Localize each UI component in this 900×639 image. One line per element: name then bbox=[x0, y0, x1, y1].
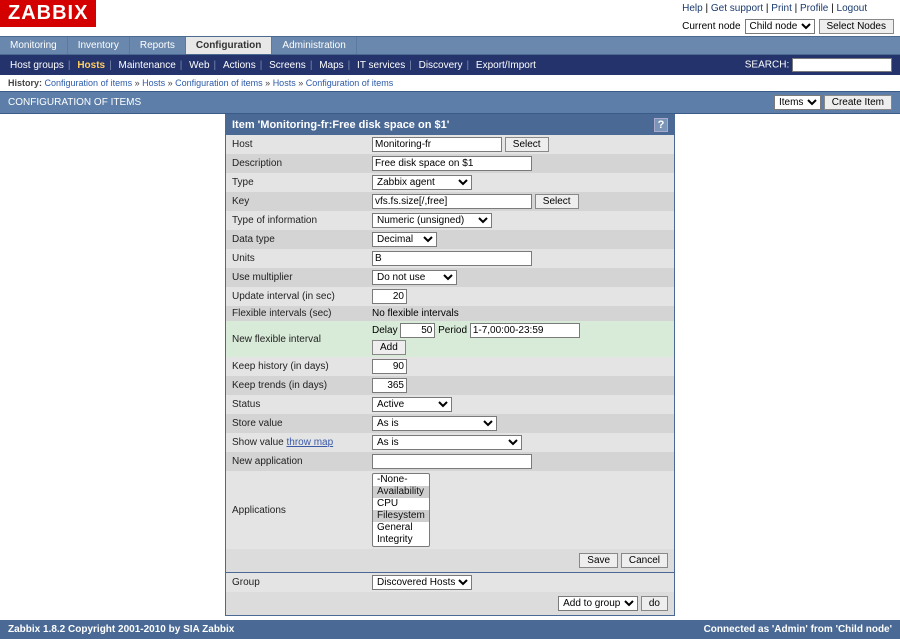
print-link[interactable]: Print bbox=[771, 3, 792, 14]
sub-maintenance[interactable]: Maintenance bbox=[117, 60, 178, 71]
tab-monitoring[interactable]: Monitoring bbox=[0, 37, 68, 54]
show-label: Show value bbox=[232, 437, 284, 448]
apps-select[interactable]: -None-AvailabilityCPUFilesystemGeneralIn… bbox=[372, 473, 430, 547]
addto-select[interactable]: Add to group bbox=[558, 596, 638, 611]
flex-value: No flexible intervals bbox=[366, 306, 674, 321]
desc-input[interactable] bbox=[372, 156, 532, 171]
item-form-panel: Item 'Monitoring-fr:Free disk space on $… bbox=[225, 114, 675, 616]
tab-administration[interactable]: Administration bbox=[272, 37, 356, 54]
host-select-button[interactable]: Select bbox=[505, 137, 549, 152]
upd-input[interactable] bbox=[372, 289, 407, 304]
period-input[interactable] bbox=[470, 323, 580, 338]
period-label: Period bbox=[438, 325, 467, 336]
units-label: Units bbox=[226, 249, 366, 268]
dtype-select[interactable]: Decimal bbox=[372, 232, 437, 247]
units-input[interactable] bbox=[372, 251, 532, 266]
value-map-link[interactable]: throw map bbox=[286, 437, 333, 448]
history-item[interactable]: Configuration of items bbox=[175, 78, 263, 88]
mult-select[interactable]: Do not use bbox=[372, 270, 457, 285]
type-select[interactable]: Zabbix agent bbox=[372, 175, 472, 190]
host-input[interactable] bbox=[372, 137, 502, 152]
hist-label: Keep history (in days) bbox=[226, 357, 366, 376]
show-select[interactable]: As is bbox=[372, 435, 522, 450]
help-icon[interactable]: ? bbox=[654, 118, 668, 132]
section-select[interactable]: Items bbox=[774, 95, 821, 110]
save-button[interactable]: Save bbox=[579, 553, 618, 568]
store-label: Store value bbox=[226, 414, 366, 433]
toi-label: Type of information bbox=[226, 211, 366, 230]
current-node-label: Current node bbox=[682, 21, 740, 32]
footer-right: Connected as 'Admin' from 'Child node' bbox=[704, 624, 892, 635]
profile-link[interactable]: Profile bbox=[800, 3, 828, 14]
tab-reports[interactable]: Reports bbox=[130, 37, 186, 54]
logo: ZABBIX bbox=[0, 0, 96, 27]
search-input[interactable] bbox=[792, 58, 892, 72]
sub-exportimport[interactable]: Export/Import bbox=[474, 60, 538, 71]
host-label: Host bbox=[226, 135, 366, 154]
sub-hosts[interactable]: Hosts bbox=[75, 60, 107, 71]
group-select[interactable]: Discovered Hosts bbox=[372, 575, 472, 590]
delay-label: Delay bbox=[372, 325, 398, 336]
create-item-button[interactable]: Create Item bbox=[824, 95, 892, 110]
dtype-label: Data type bbox=[226, 230, 366, 249]
history-item[interactable]: Hosts bbox=[273, 78, 296, 88]
do-button[interactable]: do bbox=[641, 596, 668, 611]
top-links: Help | Get support | Print | Profile | L… bbox=[676, 0, 900, 17]
key-select-button[interactable]: Select bbox=[535, 194, 579, 209]
key-input[interactable] bbox=[372, 194, 532, 209]
sub-web[interactable]: Web bbox=[187, 60, 211, 71]
toi-select[interactable]: Numeric (unsigned) bbox=[372, 213, 492, 228]
search-label: SEARCH: bbox=[745, 60, 789, 71]
section-title: CONFIGURATION OF ITEMS bbox=[8, 97, 141, 108]
tab-configuration[interactable]: Configuration bbox=[186, 37, 273, 54]
history-item[interactable]: Hosts bbox=[142, 78, 165, 88]
submenu: Host groups| Hosts| Maintenance| Web| Ac… bbox=[8, 60, 538, 71]
node-select[interactable]: Child node bbox=[745, 19, 815, 34]
sub-discovery[interactable]: Discovery bbox=[417, 60, 465, 71]
help-link[interactable]: Help bbox=[682, 3, 703, 14]
sub-actions[interactable]: Actions bbox=[221, 60, 258, 71]
support-link[interactable]: Get support bbox=[711, 3, 763, 14]
group-label: Group bbox=[226, 573, 366, 593]
upd-label: Update interval (in sec) bbox=[226, 287, 366, 306]
trend-input[interactable] bbox=[372, 378, 407, 393]
newapp-input[interactable] bbox=[372, 454, 532, 469]
cancel-button[interactable]: Cancel bbox=[621, 553, 668, 568]
logout-link[interactable]: Logout bbox=[837, 3, 868, 14]
type-label: Type bbox=[226, 173, 366, 192]
key-label: Key bbox=[226, 192, 366, 211]
flex-label: Flexible intervals (sec) bbox=[226, 306, 366, 321]
main-menu: Monitoring Inventory Reports Configurati… bbox=[0, 36, 900, 55]
sub-itservices[interactable]: IT services bbox=[355, 60, 407, 71]
history-bar: History: Configuration of items » Hosts … bbox=[0, 75, 900, 91]
add-interval-button[interactable]: Add bbox=[372, 340, 406, 355]
delay-input[interactable] bbox=[400, 323, 435, 338]
apps-label: Applications bbox=[226, 471, 366, 549]
sub-hostgroups[interactable]: Host groups bbox=[8, 60, 66, 71]
history-item[interactable]: Configuration of items bbox=[306, 78, 394, 88]
newflex-label: New flexible interval bbox=[226, 321, 366, 357]
sub-screens[interactable]: Screens bbox=[267, 60, 308, 71]
status-label: Status bbox=[226, 395, 366, 414]
store-select[interactable]: As is bbox=[372, 416, 497, 431]
footer-left: Zabbix 1.8.2 Copyright 2001-2010 by SIA … bbox=[8, 624, 234, 635]
sub-maps[interactable]: Maps bbox=[317, 60, 345, 71]
trend-label: Keep trends (in days) bbox=[226, 376, 366, 395]
tab-inventory[interactable]: Inventory bbox=[68, 37, 130, 54]
desc-label: Description bbox=[226, 154, 366, 173]
history-item[interactable]: Configuration of items bbox=[45, 78, 133, 88]
panel-title: Item 'Monitoring-fr:Free disk space on $… bbox=[232, 119, 449, 131]
hist-input[interactable] bbox=[372, 359, 407, 374]
mult-label: Use multiplier bbox=[226, 268, 366, 287]
newapp-label: New application bbox=[226, 452, 366, 471]
select-nodes-button[interactable]: Select Nodes bbox=[819, 19, 894, 34]
status-select[interactable]: Active bbox=[372, 397, 452, 412]
